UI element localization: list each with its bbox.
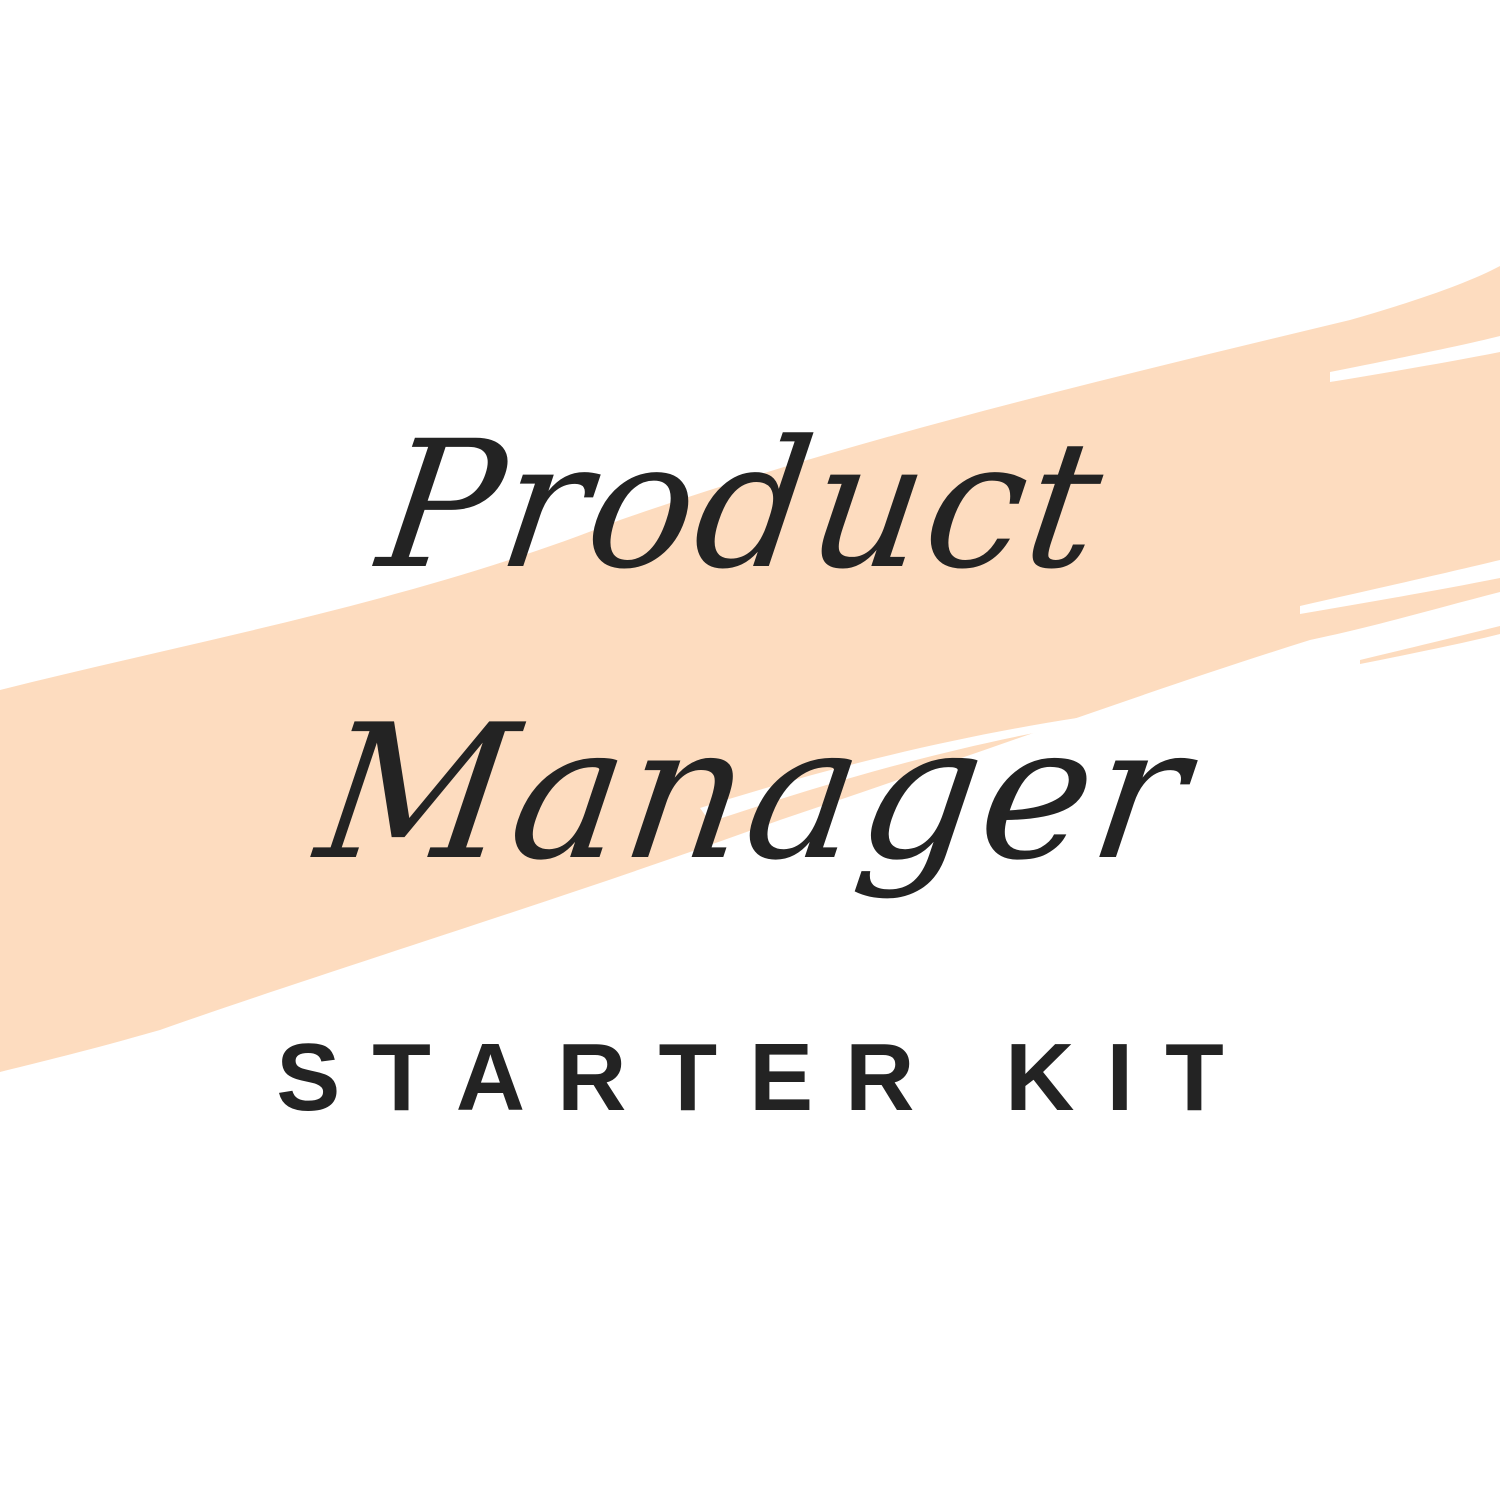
title-line-product: Product bbox=[368, 403, 1116, 608]
title-line-manager: Manager bbox=[306, 684, 1202, 901]
subtitle-starter-kit: STARTER KIT bbox=[276, 1024, 1256, 1131]
cover-graphic: Product Manager STARTER KIT bbox=[0, 0, 1500, 1500]
